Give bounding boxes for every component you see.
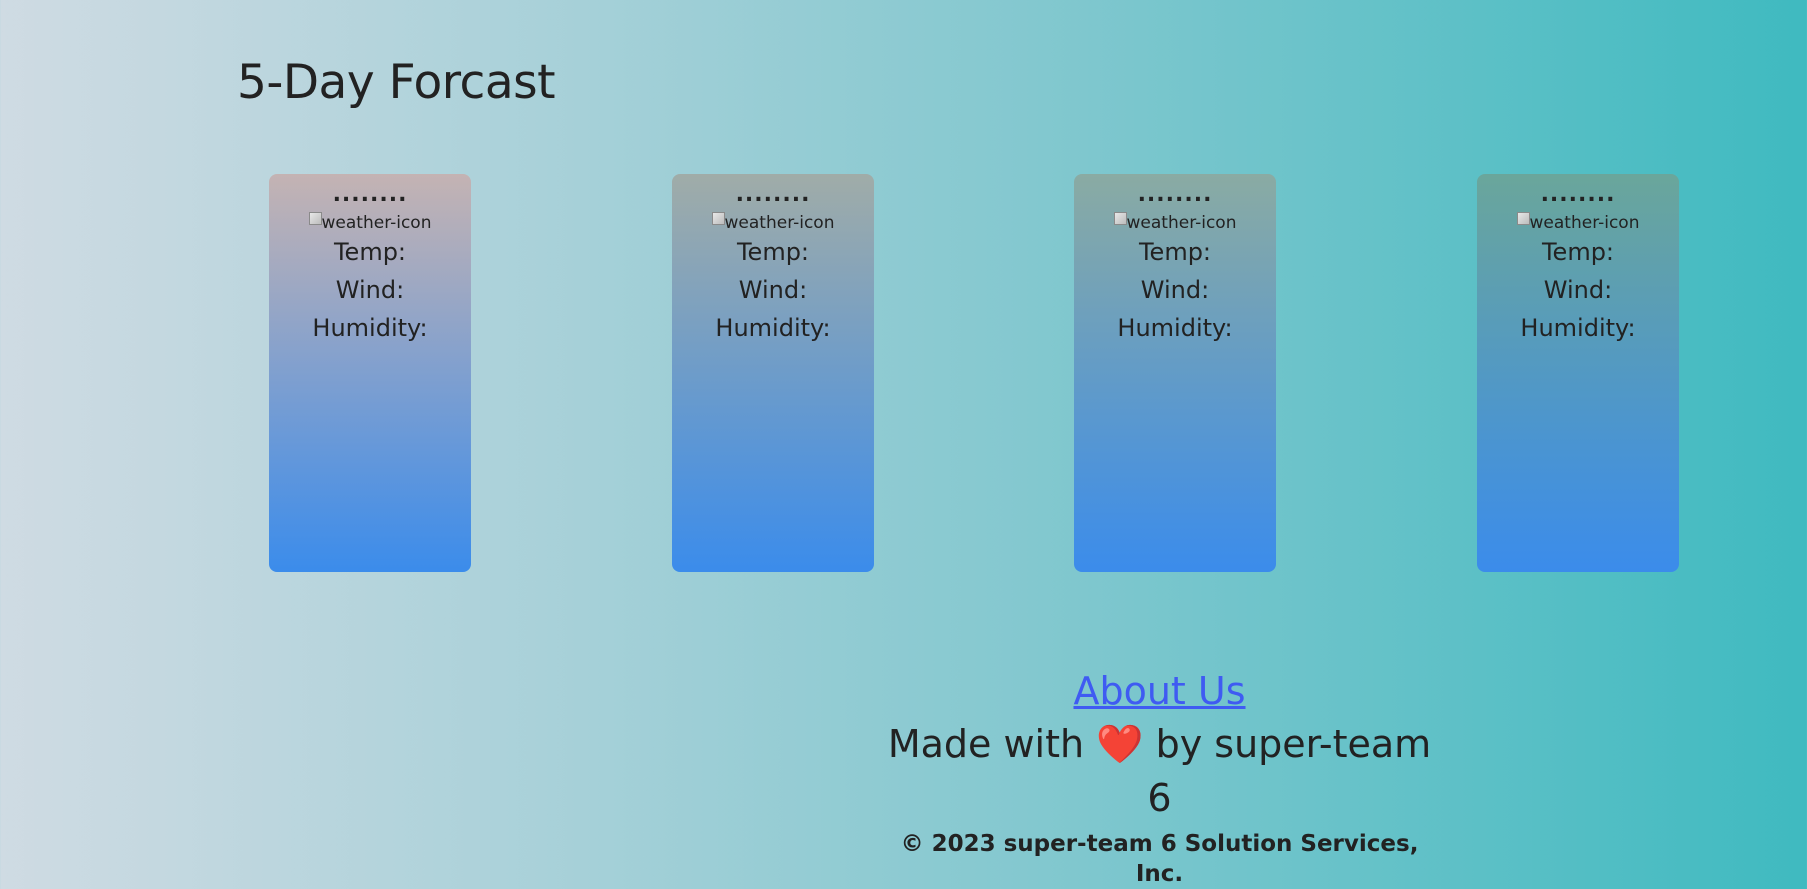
weather-icon-alt: weather-icon — [1126, 213, 1237, 233]
forecast-card: ........ weather-icon Temp: Wind: Humidi… — [269, 174, 471, 572]
weather-icon-alt: weather-icon — [321, 213, 432, 233]
broken-image-icon — [1516, 212, 1530, 225]
card-humidity: Humidity: — [1117, 314, 1233, 342]
card-date: ........ — [1137, 182, 1213, 207]
card-date: ........ — [735, 182, 811, 207]
card-humidity: Humidity: — [1520, 314, 1636, 342]
card-wind: Wind: — [335, 276, 405, 304]
weather-icon: weather-icon — [269, 212, 471, 233]
card-date: ........ — [1540, 182, 1616, 207]
card-wind: Wind: — [1140, 276, 1210, 304]
broken-image-icon — [308, 212, 322, 225]
card-humidity: Humidity: — [312, 314, 428, 342]
heart-icon: ❤️ — [1096, 722, 1144, 766]
broken-image-icon — [711, 212, 725, 225]
made-with-text: Made with ❤️ by super-team 6 — [887, 717, 1432, 825]
forecast-card: ........ weather-icon Temp: Wind: Humidi… — [1074, 174, 1276, 572]
forecast-card: ........ weather-icon Temp: Wind: Humidi… — [672, 174, 874, 572]
card-humidity: Humidity: — [715, 314, 831, 342]
weather-icon: weather-icon — [1074, 212, 1276, 233]
weather-icon-alt: weather-icon — [724, 213, 835, 233]
weather-icon: weather-icon — [672, 212, 874, 233]
forecast-card: ........ weather-icon Temp: Wind: Humidi… — [1477, 174, 1679, 572]
made-with-prefix: Made with — [887, 722, 1085, 766]
copyright: © 2023 super-team 6 Solution Services, I… — [900, 831, 1419, 887]
broken-image-icon — [1113, 212, 1127, 225]
forecast-row: ........ weather-icon Temp: Wind: Humidi… — [0, 174, 1807, 574]
about-us-link[interactable]: About Us — [887, 665, 1432, 717]
footer-content: About Us Made with ❤️ by super-team 6 © … — [887, 665, 1432, 889]
card-wind: Wind: — [738, 276, 808, 304]
made-with-suffix: by super-team 6 — [1147, 722, 1432, 820]
card-temp: Temp: — [736, 238, 810, 266]
card-temp: Temp: — [1541, 238, 1615, 266]
card-date: ........ — [332, 182, 408, 207]
page-title: 5-Day Forcast — [237, 55, 556, 110]
card-temp: Temp: — [333, 238, 407, 266]
card-wind: Wind: — [1543, 276, 1613, 304]
weather-icon-alt: weather-icon — [1529, 213, 1640, 233]
card-temp: Temp: — [1138, 238, 1212, 266]
weather-icon: weather-icon — [1477, 212, 1679, 233]
